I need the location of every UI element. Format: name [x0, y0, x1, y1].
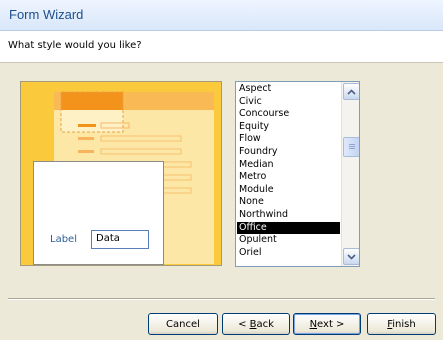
preview-label: Label: [50, 234, 77, 245]
header-panel: What style would you like?: [0, 31, 443, 63]
style-list-item[interactable]: Northwind: [237, 209, 340, 222]
cancel-button[interactable]: Cancel: [148, 313, 218, 335]
finish-button-label: Finish: [387, 318, 416, 330]
preview-data-box: Data: [91, 230, 149, 249]
footer-separator: [8, 298, 435, 300]
scroll-down-button[interactable]: [343, 248, 359, 265]
style-preview: Label Data: [20, 81, 222, 266]
preview-data-text: Data: [96, 233, 120, 244]
back-button[interactable]: < Back: [222, 313, 290, 335]
style-list-item[interactable]: Flow: [237, 133, 340, 146]
scroll-down-arrow-icon: [347, 253, 356, 260]
scroll-up-button[interactable]: [343, 83, 359, 100]
title-bar: Form Wizard: [0, 0, 443, 31]
style-list-item[interactable]: Foundry: [237, 146, 340, 159]
style-list-item[interactable]: Office: [237, 221, 340, 235]
next-button[interactable]: Next >: [293, 313, 361, 335]
list-scrollbar[interactable]: [341, 82, 359, 266]
finish-button[interactable]: Finish: [367, 313, 436, 335]
style-list-item[interactable]: Equity: [237, 121, 340, 134]
style-list-item[interactable]: None: [237, 196, 340, 209]
style-list-item[interactable]: Civic: [237, 96, 340, 109]
style-list-items: Aspect Civic Concourse Equity Flow Foundry Med…: [237, 83, 340, 259]
style-list-item[interactable]: Aspect: [237, 83, 340, 96]
cancel-button-label: Cancel: [166, 318, 200, 330]
style-list-item[interactable]: Concourse: [237, 108, 340, 121]
window-title: Form Wizard: [9, 7, 84, 22]
style-list-item[interactable]: Opulent: [237, 234, 340, 247]
scroll-thumb[interactable]: [343, 137, 359, 157]
next-button-label: Next >: [309, 318, 345, 330]
style-list-item[interactable]: Module: [237, 184, 340, 197]
form-wizard-dialog: Form Wizard What style would you like? L…: [0, 0, 443, 340]
style-list-item[interactable]: Metro: [237, 171, 340, 184]
page-question: What style would you like?: [8, 40, 142, 51]
style-list-item[interactable]: Median: [237, 159, 340, 172]
preview-form-card: Label Data: [33, 161, 164, 265]
back-button-label: < Back: [238, 318, 274, 330]
style-list-item[interactable]: Oriel: [237, 247, 340, 260]
scroll-up-arrow-icon: [347, 88, 356, 95]
style-list[interactable]: Aspect Civic Concourse Equity Flow Foundry Med…: [235, 81, 360, 267]
